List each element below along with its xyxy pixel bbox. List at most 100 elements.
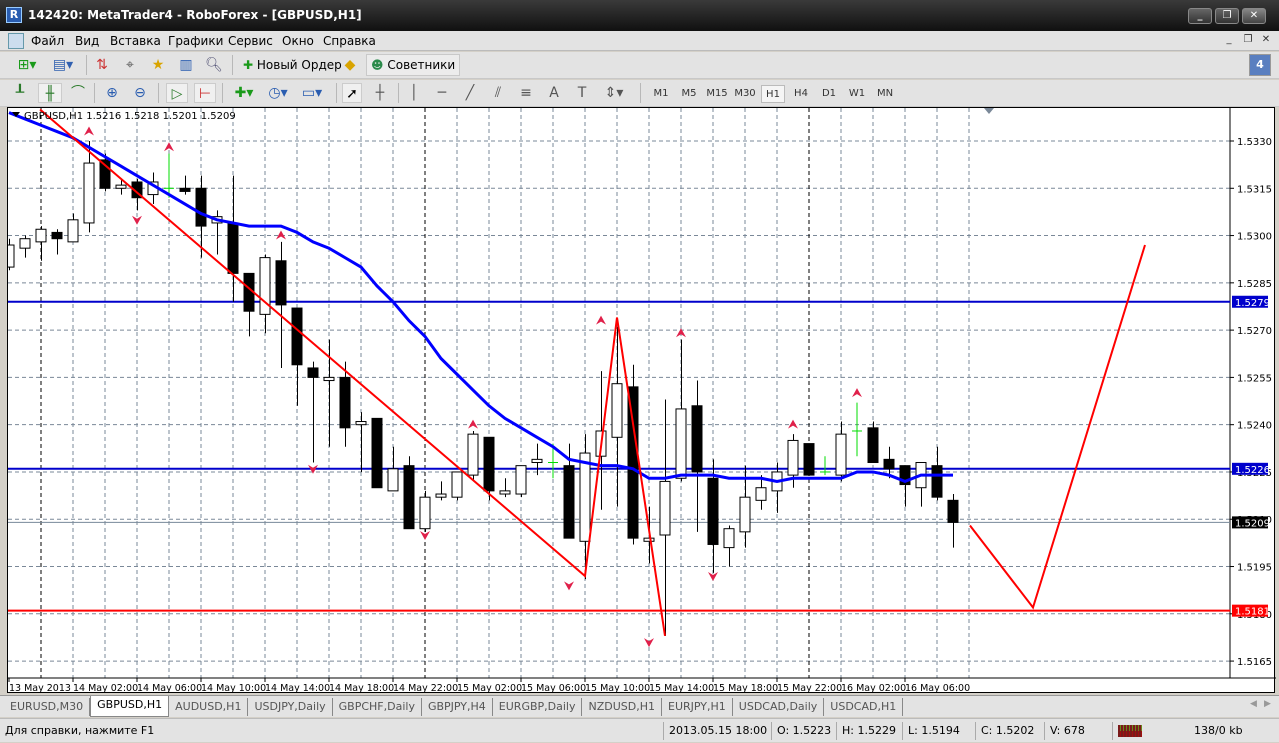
fractal-down-arrow-icon bbox=[644, 638, 654, 648]
chart-tab[interactable]: EURGBP,Daily bbox=[493, 698, 583, 716]
profiles-icon[interactable]: ▤▾ bbox=[48, 55, 78, 75]
window-title: 142420: MetaTrader4 - RoboForex - [GBPUS… bbox=[28, 8, 362, 22]
menu-tools[interactable]: Сервис bbox=[228, 34, 273, 48]
status-volume: V: 678 bbox=[1044, 722, 1085, 740]
text-icon[interactable]: A bbox=[544, 83, 564, 103]
price-chart[interactable]: 1.5330 1.5315 1.5300 1.5285 1.5270 1.5255 1.52… bbox=[8, 108, 1276, 694]
y-tick-label: 1.5270 bbox=[1237, 326, 1272, 337]
chart-tab[interactable]: USDJPY,Daily bbox=[248, 698, 333, 716]
price-tag-label: 1.5181 bbox=[1235, 607, 1270, 618]
price-tag-label: 1.5279 bbox=[1235, 298, 1270, 309]
experts-button[interactable]: ☻ Советники bbox=[366, 54, 461, 76]
status-close: C: 1.5202 bbox=[975, 722, 1034, 740]
timeframe-h1[interactable]: H1 bbox=[761, 85, 785, 103]
crosshair-icon[interactable]: ┼ bbox=[370, 83, 390, 103]
x-tick-label: 14 May 14:00 bbox=[265, 683, 330, 694]
status-bar: Для справки, нажмите F1 2013.05.15 18:00… bbox=[0, 718, 1279, 742]
x-tick-label: 15 May 06:00 bbox=[521, 683, 586, 694]
minimize-button[interactable]: _ bbox=[1188, 8, 1212, 24]
timeframe-m30[interactable]: M30 bbox=[733, 85, 757, 103]
data-window-icon[interactable]: ⌖ bbox=[120, 55, 140, 75]
new-order-icon: ✚ bbox=[243, 58, 254, 72]
chart-tab[interactable]: AUDUSD,H1 bbox=[169, 698, 249, 716]
timeframe-mn[interactable]: MN bbox=[873, 85, 897, 103]
new-chart-icon[interactable]: ⊞▾ bbox=[12, 55, 42, 75]
new-order-button[interactable]: ✚ Новый Ордер bbox=[238, 54, 347, 76]
fractal-up-arrow-icon bbox=[468, 419, 478, 429]
candlestick-chart-icon[interactable]: ╫ bbox=[38, 83, 62, 103]
autoscroll-icon[interactable]: ▷ bbox=[166, 83, 188, 103]
chart-tab[interactable]: NZDUSD,H1 bbox=[582, 698, 662, 716]
strategy-tester-icon[interactable]: 🔍︎ bbox=[204, 55, 224, 75]
menu-window[interactable]: Окно bbox=[282, 34, 314, 48]
menu-charts[interactable]: Графики bbox=[168, 34, 223, 48]
menu-file[interactable]: Файл bbox=[31, 34, 64, 48]
menu-bar: Файл Вид Вставка Графики Сервис Окно Спр… bbox=[0, 31, 1279, 51]
chart-tab[interactable]: USDCAD,Daily bbox=[733, 698, 825, 716]
equidistant-channel-icon[interactable]: ⫽ bbox=[488, 83, 508, 103]
chart-window[interactable]: 1.5330 1.5315 1.5300 1.5285 1.5270 1.5255 1.52… bbox=[7, 107, 1276, 694]
close-button[interactable]: ✕ bbox=[1242, 8, 1266, 24]
notifications-badge[interactable]: 4 bbox=[1249, 54, 1271, 76]
periods-icon[interactable]: ◷▾ bbox=[264, 83, 292, 103]
trendline-icon[interactable]: ╱ bbox=[460, 83, 480, 103]
warning-icon[interactable]: ◆ bbox=[340, 55, 360, 75]
bull-candle bbox=[67, 219, 79, 243]
timeframe-m5[interactable]: M5 bbox=[677, 85, 701, 103]
chart-tab[interactable]: USDCAD,H1 bbox=[824, 698, 904, 716]
mdi-restore-button[interactable]: ❐ bbox=[1241, 34, 1255, 47]
fibonacci-icon[interactable]: ≡ bbox=[516, 83, 536, 103]
line-chart-icon[interactable]: ⌒ bbox=[68, 83, 88, 103]
timeframe-d1[interactable]: D1 bbox=[817, 85, 841, 103]
horizontal-line-icon[interactable]: ─ bbox=[432, 83, 452, 103]
timeframe-m15[interactable]: M15 bbox=[705, 85, 729, 103]
navigator-icon[interactable]: ★ bbox=[148, 55, 168, 75]
text-label-icon[interactable]: T bbox=[572, 83, 592, 103]
cursor-icon[interactable]: ➚ bbox=[342, 83, 362, 103]
terminal-icon[interactable]: ▥ bbox=[176, 55, 196, 75]
new-order-label: Новый Ордер bbox=[256, 58, 342, 72]
bar-chart-icon[interactable]: ┸ bbox=[10, 83, 30, 103]
bear-candle bbox=[483, 436, 495, 492]
chart-shift-icon[interactable]: ⊢ bbox=[194, 83, 216, 103]
indicators-icon[interactable]: ✚▾ bbox=[230, 83, 258, 103]
menu-view[interactable]: Вид bbox=[75, 34, 99, 48]
maximize-button[interactable]: ❐ bbox=[1215, 8, 1239, 24]
market-watch-icon[interactable]: ⇅ bbox=[92, 55, 112, 75]
templates-icon[interactable]: ▭▾ bbox=[298, 83, 326, 103]
x-tick-label: 15 May 22:00 bbox=[777, 683, 842, 694]
tabs-scroll-right-icon[interactable]: ▶ bbox=[1264, 699, 1271, 709]
y-tick-label: 1.5315 bbox=[1237, 184, 1272, 195]
mdi-close-button[interactable]: ✕ bbox=[1259, 34, 1273, 47]
bull-candle bbox=[723, 528, 735, 549]
timeframe-h4[interactable]: H4 bbox=[789, 85, 813, 103]
status-low: L: 1.5194 bbox=[902, 722, 960, 740]
menu-help[interactable]: Справка bbox=[323, 34, 376, 48]
chart-tab[interactable]: GBPCHF,Daily bbox=[333, 698, 422, 716]
zoom-in-icon[interactable]: ⊕ bbox=[102, 83, 122, 103]
chart-tab[interactable]: GBPUSD,H1 bbox=[90, 696, 170, 717]
tabs-scroll-left-icon[interactable]: ◀ bbox=[1250, 699, 1257, 709]
x-tick-label: 13 May 2013 bbox=[9, 683, 71, 694]
bear-candle bbox=[291, 307, 303, 366]
chart-tab[interactable]: EURUSD,M30 bbox=[4, 698, 91, 716]
bull-candle bbox=[19, 238, 31, 249]
chart-tab[interactable]: EURJPY,H1 bbox=[662, 698, 733, 716]
timeframe-m1[interactable]: M1 bbox=[649, 85, 673, 103]
bear-candle bbox=[307, 367, 319, 378]
zoom-out-icon[interactable]: ⊖ bbox=[130, 83, 150, 103]
vertical-line-icon[interactable]: │ bbox=[404, 83, 424, 103]
bear-candle bbox=[371, 417, 383, 489]
arrows-icon[interactable]: ⇕▾ bbox=[600, 83, 628, 103]
bull-candle bbox=[611, 383, 623, 438]
timeframe-w1[interactable]: W1 bbox=[845, 85, 869, 103]
bull-candle bbox=[323, 376, 335, 382]
menu-insert[interactable]: Вставка bbox=[110, 34, 161, 48]
fractal-up-arrow-icon bbox=[852, 388, 862, 398]
mdi-minimize-button[interactable]: _ bbox=[1222, 34, 1236, 47]
chart-tab[interactable]: GBPJPY,H4 bbox=[422, 698, 493, 716]
bull-candle bbox=[515, 465, 527, 495]
x-tick-label: 16 May 02:00 bbox=[841, 683, 906, 694]
experts-label: Советники bbox=[387, 58, 456, 72]
bear-candle bbox=[931, 465, 943, 498]
